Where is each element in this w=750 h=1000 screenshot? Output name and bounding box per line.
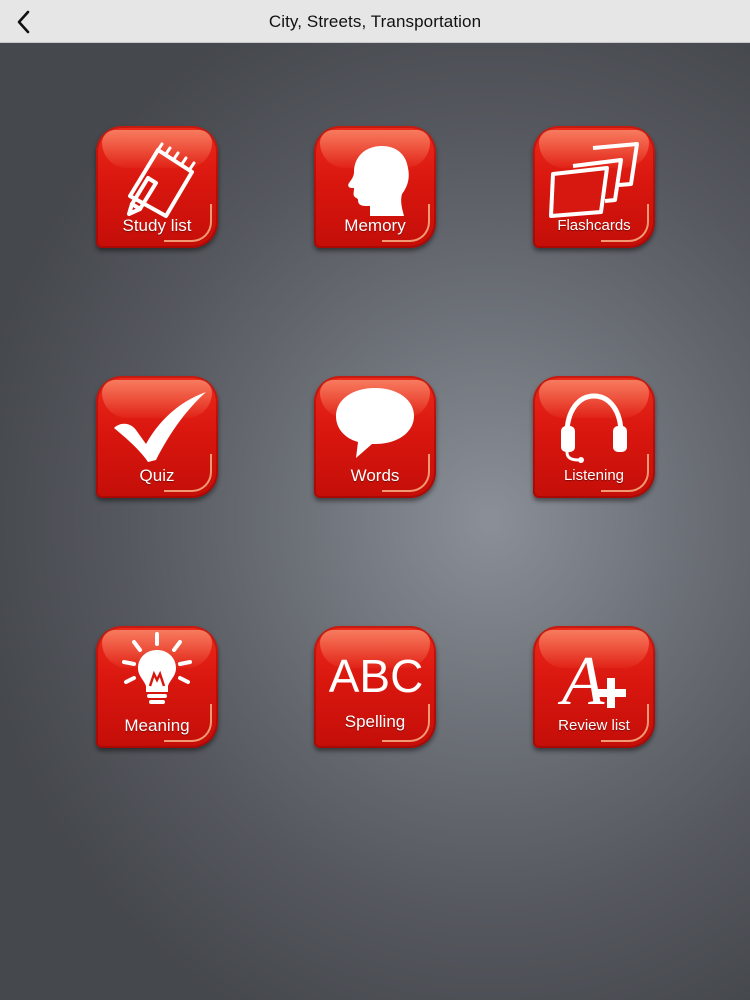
quiz-button[interactable]: Quiz	[96, 376, 218, 498]
tile-label: Quiz	[139, 466, 175, 485]
a-letter-text: A	[558, 643, 605, 720]
review-list-button[interactable]: A Review list	[533, 626, 655, 748]
spelling-button[interactable]: ABC Spelling	[314, 626, 436, 748]
tile-label: Review list	[558, 717, 630, 734]
words-button[interactable]: Words	[314, 376, 436, 498]
page-title: City, Streets, Transportation	[268, 11, 482, 31]
tile-label: Meaning	[124, 716, 190, 735]
tile-label: Memory	[344, 216, 406, 235]
tile-label: Listening	[563, 467, 625, 484]
tile-label: Study list	[122, 216, 192, 235]
listening-button[interactable]: Listening	[533, 376, 655, 498]
abc-text: ABC	[329, 650, 424, 702]
flashcards-button[interactable]: Flashcards	[533, 126, 655, 248]
tile-label: Flashcards	[557, 217, 631, 234]
tile-label: Words	[350, 466, 400, 485]
memory-button[interactable]: Memory	[314, 126, 436, 248]
tile-label: Spelling	[344, 712, 406, 731]
navigation-bar: City, Streets, Transportation	[0, 0, 750, 43]
meaning-button[interactable]: Meaning	[96, 626, 218, 748]
study-list-button[interactable]: Study list	[96, 126, 218, 248]
